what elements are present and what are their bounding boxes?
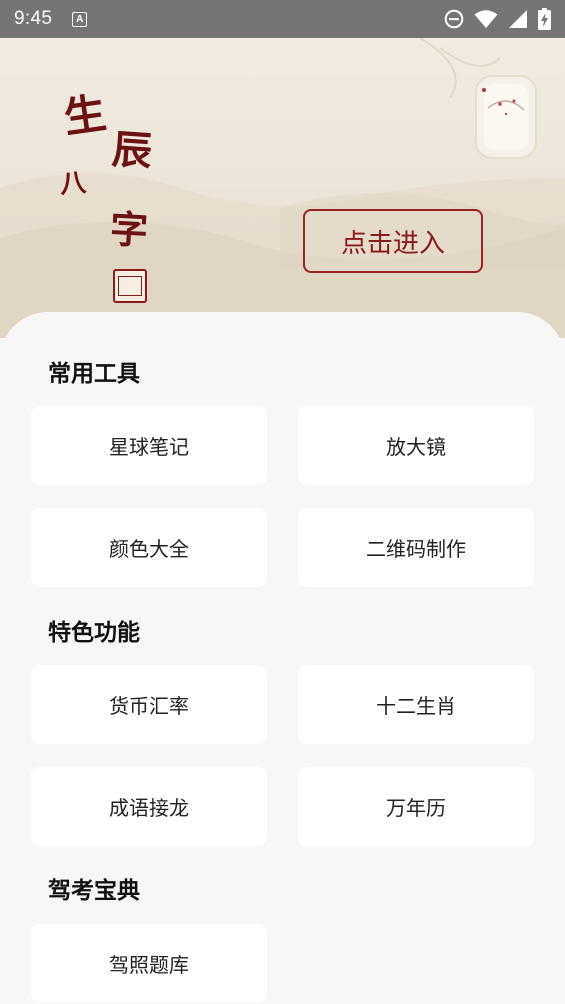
content-panel: 常用工具 星球笔记 放大镜 颜色大全 二维码制作 特色功能 货币汇率 十二生肖 … bbox=[0, 312, 565, 1004]
wifi-icon bbox=[474, 10, 498, 28]
lantern-icon bbox=[475, 75, 537, 159]
tile-calendar[interactable]: 万年历 bbox=[298, 767, 534, 846]
section-title-featured: 特色功能 bbox=[48, 620, 140, 646]
enter-button[interactable]: 点击进入 bbox=[303, 209, 483, 273]
status-bar: 9:45 A bbox=[0, 0, 565, 38]
hero-banner: 生 辰 八 字 点击进入 bbox=[0, 38, 565, 338]
app-screen: 9:45 A 生 辰 八 字 点击进入 常用工具 星球笔记 放大镜 颜色大全 二… bbox=[0, 0, 565, 1004]
title-char-4: 字 bbox=[108, 206, 150, 253]
tile-currency-rate[interactable]: 货币汇率 bbox=[31, 665, 267, 744]
title-char-1: 生 bbox=[60, 88, 110, 143]
notification-a-icon: A bbox=[72, 11, 88, 27]
signal-icon bbox=[509, 10, 527, 28]
seal-inner-mark bbox=[118, 276, 142, 296]
title-char-3: 八 bbox=[58, 168, 88, 200]
status-time: 9:45 bbox=[14, 8, 53, 29]
status-icons bbox=[444, 8, 551, 30]
title-char-2: 辰 bbox=[110, 125, 154, 176]
section-title-common-tools: 常用工具 bbox=[48, 361, 140, 387]
section-title-driving-test: 驾考宝典 bbox=[48, 878, 140, 904]
tile-magnifier[interactable]: 放大镜 bbox=[298, 406, 534, 485]
tile-license-questions[interactable]: 驾照题库 bbox=[31, 924, 267, 1003]
tile-idiom-chain[interactable]: 成语接龙 bbox=[31, 767, 267, 846]
tile-color-palette[interactable]: 颜色大全 bbox=[31, 508, 267, 587]
tile-zodiac[interactable]: 十二生肖 bbox=[298, 665, 534, 744]
calligraphy-title: 生 辰 八 字 bbox=[54, 88, 164, 268]
tile-qr-code-maker[interactable]: 二维码制作 bbox=[298, 508, 534, 587]
battery-charging-icon bbox=[538, 8, 551, 30]
red-seal-stamp bbox=[113, 269, 147, 303]
tile-planet-notes[interactable]: 星球笔记 bbox=[31, 406, 267, 485]
do-not-disturb-icon bbox=[444, 9, 464, 29]
